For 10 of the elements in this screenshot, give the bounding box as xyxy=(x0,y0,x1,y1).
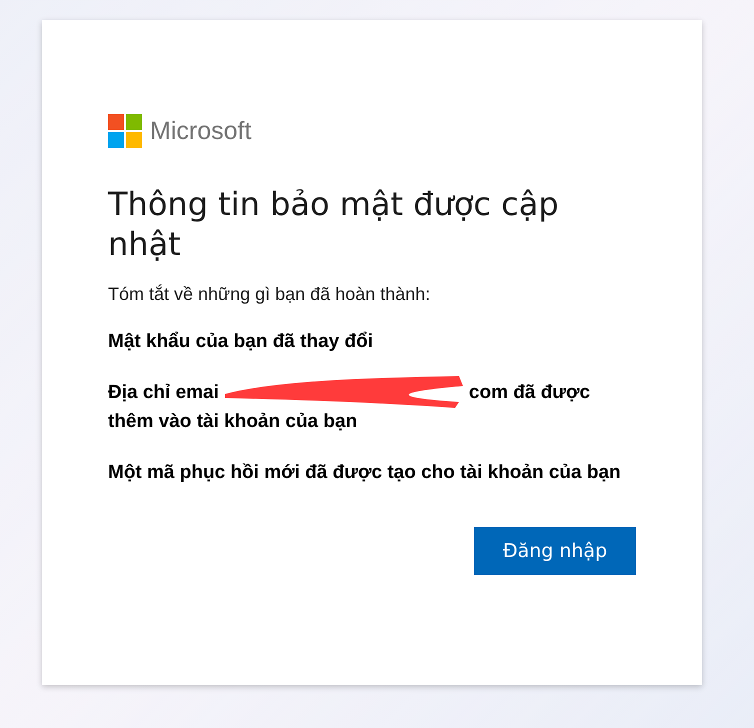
summary-text: Địa chỉ emai xyxy=(108,381,219,405)
page-title: Thông tin bảo mật được cập nhật xyxy=(108,184,560,264)
brand-name: Microsoft xyxy=(150,116,252,146)
intro-text: Tóm tắt về những gì bạn đã hoàn thành: xyxy=(108,284,432,305)
summary-text: com đã được xyxy=(468,381,590,405)
summary-text: thêm vào tài khoản của bạn xyxy=(108,410,358,434)
sign-in-button[interactable]: Đăng nhập xyxy=(474,527,636,575)
logo-icon xyxy=(108,114,142,148)
summary-item: Mật khẩu của bạn đã thay đổi xyxy=(108,330,374,354)
summary-item: Một mã phục hồi mới đã được tạo cho tài khoản của bạn xyxy=(108,461,622,485)
